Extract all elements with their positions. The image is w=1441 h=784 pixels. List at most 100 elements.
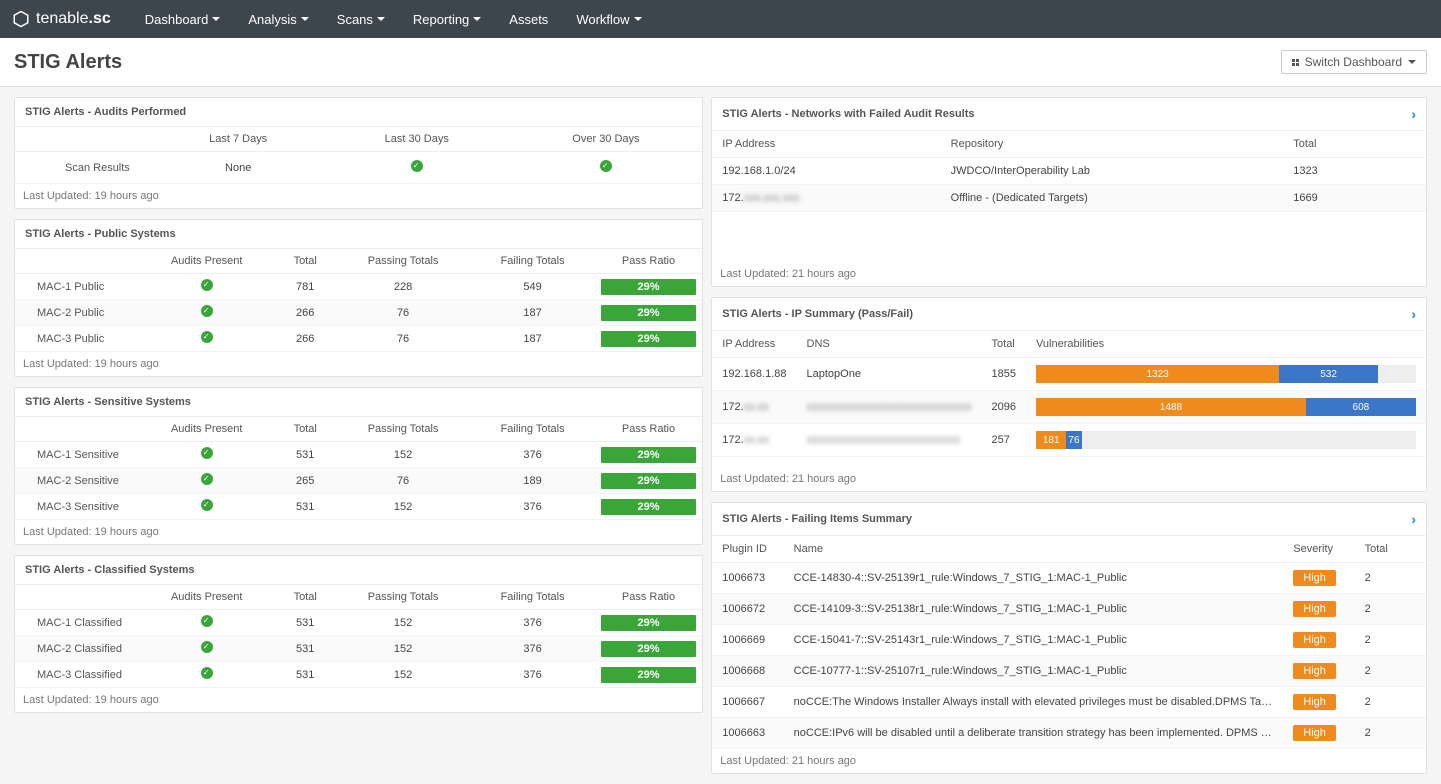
total-cell: 266 <box>275 326 336 352</box>
col-header: Pass Ratio <box>595 417 703 442</box>
brand-logo[interactable]: tenable.sc <box>12 10 111 28</box>
ratio-bar: 29% <box>601 499 697 515</box>
passing-cell: 152 <box>336 494 471 520</box>
vuln-cell: 1323532 <box>1026 358 1426 391</box>
table-row[interactable]: MAC-1 Sensitive53115237629% <box>15 442 702 468</box>
ratio-bar: 29% <box>601 447 697 463</box>
col-header: Total <box>275 417 336 442</box>
repo-cell: Offline - (Dedicated Targets) <box>941 185 1284 212</box>
check-icon <box>201 667 213 679</box>
severity-badge: High <box>1293 725 1336 741</box>
table-row[interactable]: MAC-3 Sensitive53115237629% <box>15 494 702 520</box>
ip-cell: 172.xx.xx <box>712 424 796 457</box>
repo-cell: JWDCO/InterOperability Lab <box>941 158 1284 185</box>
plugin-id-cell: 1006672 <box>712 594 783 625</box>
audit-cell <box>139 662 275 688</box>
failing-cell: 376 <box>470 636 594 662</box>
chevron-right-icon[interactable]: › <box>1411 106 1416 122</box>
total-cell: 2 <box>1355 625 1426 656</box>
total-cell: 266 <box>275 300 336 326</box>
switch-dashboard-button[interactable]: Switch Dashboard <box>1281 50 1427 74</box>
failing-cell: 187 <box>470 300 594 326</box>
check-icon <box>201 331 213 343</box>
sensitive-updated: Last Updated: 19 hours ago <box>15 520 702 544</box>
table-row[interactable]: 1006672CCE-14109-3::SV-25138r1_rule:Wind… <box>712 594 1426 625</box>
table-row[interactable]: MAC-3 Public2667618729% <box>15 326 702 352</box>
col-vuln: Vulnerabilities <box>1026 331 1426 358</box>
nav-label: Workflow <box>576 12 629 27</box>
ratio-cell: 29% <box>595 468 703 494</box>
chevron-right-icon[interactable]: › <box>1411 511 1416 527</box>
nav-label: Analysis <box>248 12 296 27</box>
table-row[interactable]: 1006668CCE-10777-1::SV-25107r1_rule:Wind… <box>712 656 1426 687</box>
table-row[interactable]: MAC-1 Classified53115237629% <box>15 610 702 636</box>
nav-item-assets[interactable]: Assets <box>495 12 562 27</box>
audits-last30-val <box>324 152 510 184</box>
scan-results-label: Scan Results <box>15 152 152 184</box>
severity-cell: High <box>1283 687 1354 718</box>
passing-cell: 76 <box>336 468 471 494</box>
table-row[interactable]: 192.168.1.0/24JWDCO/InterOperability Lab… <box>712 158 1426 185</box>
vuln-seg-high: 1488 <box>1036 398 1306 416</box>
check-icon <box>201 473 213 485</box>
audits-last7-val: None <box>152 152 323 184</box>
caret-down-icon <box>212 17 220 21</box>
check-icon <box>600 160 612 172</box>
audit-cell <box>139 326 275 352</box>
vuln-seg-high: 1323 <box>1036 365 1279 383</box>
panel-title-public: STIG Alerts - Public Systems <box>15 220 702 249</box>
nav-item-analysis[interactable]: Analysis <box>234 12 322 27</box>
ratio-cell: 29% <box>595 274 703 300</box>
plugin-id-cell: 1006673 <box>712 563 783 594</box>
public-table: Audits PresentTotalPassing TotalsFailing… <box>15 249 702 352</box>
severity-badge: High <box>1293 601 1336 617</box>
ratio-bar: 29% <box>601 473 697 489</box>
table-row[interactable]: MAC-2 Sensitive2657618929% <box>15 468 702 494</box>
nav-item-scans[interactable]: Scans <box>323 12 399 27</box>
ratio-cell: 29% <box>595 610 703 636</box>
severity-badge: High <box>1293 694 1336 710</box>
networks-updated: Last Updated: 21 hours ago <box>712 262 1426 286</box>
check-icon <box>201 499 213 511</box>
nav-label: Reporting <box>413 12 469 27</box>
chevron-right-icon[interactable]: › <box>1411 306 1416 322</box>
col-sev: Severity <box>1283 536 1354 563</box>
nav-item-workflow[interactable]: Workflow <box>562 12 655 27</box>
panel-title-networks: STIG Alerts - Networks with Failed Audit… <box>712 98 1426 131</box>
table-row[interactable]: MAC-2 Classified53115237629% <box>15 636 702 662</box>
vulnerability-bar: 1488608 <box>1036 398 1416 416</box>
check-icon <box>201 305 213 317</box>
table-row[interactable]: MAC-3 Classified53115237629% <box>15 662 702 688</box>
passing-cell: 152 <box>336 662 471 688</box>
table-row[interactable]: 192.168.1.88LaptopOne18551323532 <box>712 358 1426 391</box>
table-row[interactable]: 1006669CCE-15041-7::SV-25143r1_rule:Wind… <box>712 625 1426 656</box>
col-repo: Repository <box>941 131 1284 158</box>
total-cell: 265 <box>275 468 336 494</box>
row-label: MAC-3 Sensitive <box>15 494 139 520</box>
table-row[interactable]: MAC-1 Public78122854929% <box>15 274 702 300</box>
table-row[interactable]: 1006673CCE-14830-4::SV-25139r1_rule:Wind… <box>712 563 1426 594</box>
total-cell: 2 <box>1355 718 1426 749</box>
severity-badge: High <box>1293 632 1336 648</box>
caret-down-icon <box>377 17 385 21</box>
table-row[interactable]: 1006663noCCE:IPv6 will be disabled until… <box>712 718 1426 749</box>
row-label: MAC-2 Public <box>15 300 139 326</box>
col-total: Total <box>1355 536 1426 563</box>
classified-updated: Last Updated: 19 hours ago <box>15 688 702 712</box>
table-row[interactable]: MAC-2 Public2667618729% <box>15 300 702 326</box>
col-dns: DNS <box>797 331 982 358</box>
total-cell: 1323 <box>1283 158 1426 185</box>
table-row[interactable]: 172.xx.xxxxxxxxxxxxxxxxxxxxxxxxxxxxxx257… <box>712 424 1426 457</box>
failing-cell: 376 <box>470 494 594 520</box>
page-header: STIG Alerts Switch Dashboard <box>0 38 1441 87</box>
table-row[interactable]: 1006667noCCE:The Windows Installer Alway… <box>712 687 1426 718</box>
table-row[interactable]: 172.xx.xxxxxxxxxxxxxxxxxxxxxxxxxxxxxxxx2… <box>712 391 1426 424</box>
check-icon <box>201 447 213 459</box>
passing-cell: 152 <box>336 636 471 662</box>
panel-failing-items: STIG Alerts - Failing Items Summary › Pl… <box>711 502 1427 774</box>
dns-cell: xxxxxxxxxxxxxxxxxxxxxxxxxxxxxx <box>797 391 982 424</box>
nav-item-reporting[interactable]: Reporting <box>399 12 495 27</box>
brand-suffix: .sc <box>89 10 111 28</box>
nav-item-dashboard[interactable]: Dashboard <box>131 12 235 27</box>
table-row[interactable]: 172.xxx.xxx.xxxOffline - (Dedicated Targ… <box>712 185 1426 212</box>
